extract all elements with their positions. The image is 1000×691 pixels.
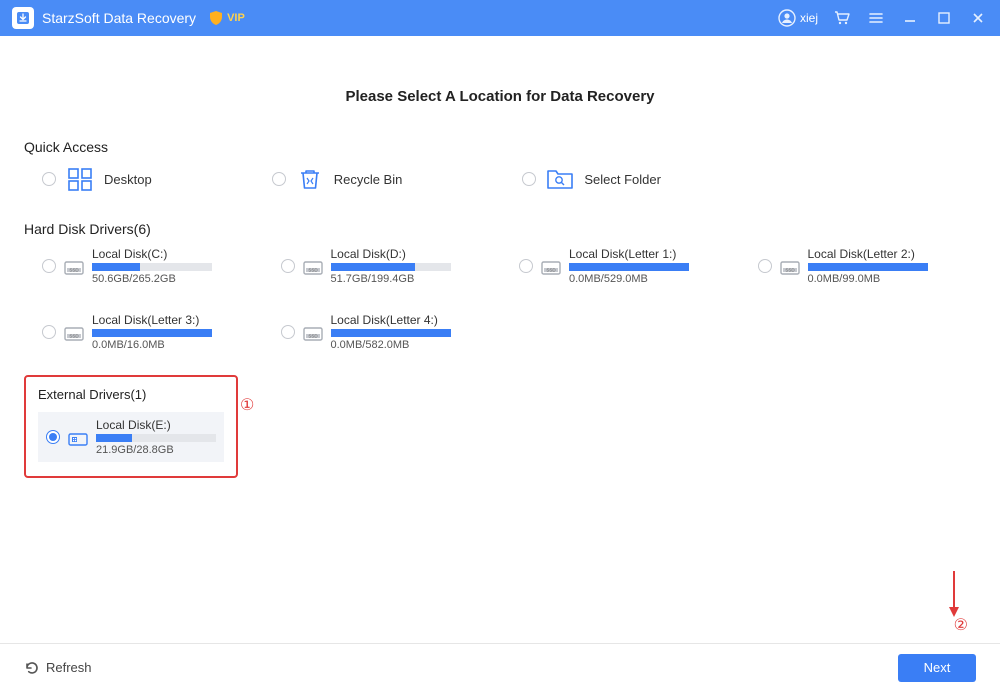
svg-text:SSD: SSD xyxy=(308,268,318,273)
external-drivers-box: External Drivers(1) Local Disk(E:) 21.9G… xyxy=(24,375,238,478)
folder-search-icon xyxy=(546,165,574,193)
radio-unselected[interactable] xyxy=(272,172,286,186)
capacity-bar xyxy=(331,263,451,271)
vip-shield-icon xyxy=(208,10,224,26)
drive-size: 0.0MB/99.0MB xyxy=(808,273,968,285)
ssd-disk-icon: SSD xyxy=(780,257,800,275)
radio-unselected[interactable] xyxy=(519,259,533,273)
drive-label: Local Disk(Letter 1:) xyxy=(569,247,729,261)
external-heading: External Drivers(1) xyxy=(38,387,224,402)
drive-size: 51.7GB/199.4GB xyxy=(331,273,491,285)
radio-unselected[interactable] xyxy=(42,259,56,273)
drive-size: 21.9GB/28.8GB xyxy=(96,444,216,456)
drive-label: Local Disk(C:) xyxy=(92,247,252,261)
app-logo-icon xyxy=(12,7,34,29)
svg-text:SSD: SSD xyxy=(308,334,318,339)
menu-icon[interactable] xyxy=(866,8,886,28)
quick-access-recycle-bin[interactable]: Recycle Bin xyxy=(272,165,403,193)
recycle-bin-icon xyxy=(296,165,324,193)
user-icon xyxy=(778,9,796,27)
capacity-bar xyxy=(92,329,212,337)
capacity-bar xyxy=(96,434,216,442)
drive-item[interactable]: SSD Local Disk(D:) 51.7GB/199.4GB xyxy=(281,247,491,285)
drive-label: Local Disk(Letter 4:) xyxy=(331,313,491,327)
footer-bar: Refresh Next xyxy=(0,643,1000,691)
vip-label: VIP xyxy=(227,12,245,24)
minimize-icon[interactable] xyxy=(900,8,920,28)
annotation-2: ② xyxy=(954,615,968,635)
refresh-label: Refresh xyxy=(46,660,92,675)
radio-unselected[interactable] xyxy=(522,172,536,186)
radio-unselected[interactable] xyxy=(42,325,56,339)
quick-access-label: Recycle Bin xyxy=(334,172,403,187)
annotation-1: ① xyxy=(240,395,254,415)
annotation-arrow-icon xyxy=(948,569,960,619)
svg-text:SSD: SSD xyxy=(69,268,79,273)
drive-size: 0.0MB/16.0MB xyxy=(92,339,252,351)
refresh-icon xyxy=(24,660,40,676)
close-icon[interactable] xyxy=(968,8,988,28)
user-account-button[interactable]: xiej xyxy=(778,9,818,27)
radio-unselected[interactable] xyxy=(758,259,772,273)
next-button[interactable]: Next xyxy=(898,654,976,682)
drive-item-external[interactable]: Local Disk(E:) 21.9GB/28.8GB xyxy=(38,412,224,462)
svg-text:SSD: SSD xyxy=(785,268,795,273)
drive-item[interactable]: SSD Local Disk(C:) 50.6GB/265.2GB xyxy=(42,247,252,285)
titlebar: StarzSoft Data Recovery VIP xiej xyxy=(0,0,1000,36)
quick-access-label: Desktop xyxy=(104,172,152,187)
capacity-bar xyxy=(331,329,451,337)
drive-item[interactable]: SSD Local Disk(Letter 4:) 0.0MB/582.0MB xyxy=(281,313,491,351)
quick-access-desktop[interactable]: Desktop xyxy=(42,165,152,193)
drive-item[interactable]: SSD Local Disk(Letter 1:) 0.0MB/529.0MB xyxy=(519,247,729,285)
page-title: Please Select A Location for Data Recove… xyxy=(24,88,976,105)
drive-size: 0.0MB/529.0MB xyxy=(569,273,729,285)
external-disk-icon xyxy=(68,428,88,446)
quick-access-label: Select Folder xyxy=(584,172,661,187)
ssd-disk-icon: SSD xyxy=(64,257,84,275)
drive-label: Local Disk(D:) xyxy=(331,247,491,261)
cart-icon[interactable] xyxy=(832,8,852,28)
radio-unselected[interactable] xyxy=(281,325,295,339)
drive-label: Local Disk(Letter 2:) xyxy=(808,247,968,261)
ssd-disk-icon: SSD xyxy=(64,323,84,341)
refresh-button[interactable]: Refresh xyxy=(24,660,92,676)
radio-selected[interactable] xyxy=(46,430,60,444)
quick-access-select-folder[interactable]: Select Folder xyxy=(522,165,661,193)
capacity-bar xyxy=(92,263,212,271)
ssd-disk-icon: SSD xyxy=(303,323,323,341)
svg-text:SSD: SSD xyxy=(69,334,79,339)
ssd-disk-icon: SSD xyxy=(303,257,323,275)
vip-badge: VIP xyxy=(208,10,245,26)
drive-size: 50.6GB/265.2GB xyxy=(92,273,252,285)
quick-access-row: Desktop Recycle Bin Select Folder xyxy=(24,165,976,193)
drive-label: Local Disk(Letter 3:) xyxy=(92,313,252,327)
capacity-bar xyxy=(569,263,689,271)
ssd-disk-icon: SSD xyxy=(541,257,561,275)
svg-text:SSD: SSD xyxy=(546,268,556,273)
drive-size: 0.0MB/582.0MB xyxy=(331,339,491,351)
drive-item[interactable]: SSD Local Disk(Letter 3:) 0.0MB/16.0MB xyxy=(42,313,252,351)
main-content: Please Select A Location for Data Recove… xyxy=(0,36,1000,643)
hard-disk-heading: Hard Disk Drivers(6) xyxy=(24,221,976,237)
capacity-bar xyxy=(808,263,928,271)
drive-item[interactable]: SSD Local Disk(Letter 2:) 0.0MB/99.0MB xyxy=(758,247,968,285)
quick-access-heading: Quick Access xyxy=(24,139,976,155)
hard-disk-grid: SSD Local Disk(C:) 50.6GB/265.2GB SSD Local … xyxy=(24,247,976,351)
desktop-icon xyxy=(66,165,94,193)
radio-unselected[interactable] xyxy=(281,259,295,273)
user-name-label: xiej xyxy=(800,11,818,25)
maximize-icon[interactable] xyxy=(934,8,954,28)
drive-label: Local Disk(E:) xyxy=(96,418,216,432)
app-title: StarzSoft Data Recovery xyxy=(42,10,196,26)
radio-unselected[interactable] xyxy=(42,172,56,186)
